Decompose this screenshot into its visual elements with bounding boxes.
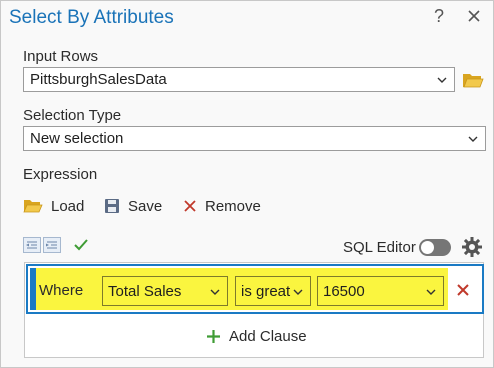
- save-disk-icon: [105, 199, 119, 213]
- clause-operator-dropdown[interactable]: is great: [235, 276, 311, 306]
- verify-checkmark-icon[interactable]: [74, 238, 88, 252]
- input-rows-value: PittsburghSalesData: [30, 71, 167, 88]
- gear-icon[interactable]: [461, 236, 483, 258]
- dialog-title: Select By Attributes: [9, 7, 174, 28]
- load-label: Load: [51, 197, 85, 215]
- selection-type-dropdown[interactable]: New selection: [23, 126, 486, 151]
- remove-label: Remove: [205, 197, 261, 215]
- input-rows-dropdown[interactable]: PittsburghSalesData: [23, 67, 455, 92]
- chevron-down-icon: [425, 286, 437, 298]
- select-by-attributes-dialog: Select By Attributes ? Input Rows Pittsb…: [0, 0, 494, 368]
- clause-value-dropdown[interactable]: 16500: [317, 276, 444, 306]
- chevron-down-icon: [292, 286, 304, 298]
- indent-increase-icon[interactable]: [43, 237, 61, 253]
- load-button[interactable]: Load: [23, 195, 84, 217]
- plus-icon: [207, 330, 220, 343]
- clause-operator-value: is great: [241, 283, 291, 300]
- save-button[interactable]: Save: [104, 195, 162, 217]
- add-clause-label: Add Clause: [229, 328, 307, 345]
- chevron-down-icon: [468, 136, 478, 142]
- add-clause-button[interactable]: Add Clause: [206, 328, 307, 345]
- remove-button[interactable]: Remove: [183, 195, 261, 217]
- help-button[interactable]: ?: [434, 6, 444, 27]
- where-label: Where: [39, 282, 84, 299]
- selection-type-value: New selection: [30, 130, 124, 147]
- selection-type-label: Selection Type: [23, 107, 122, 124]
- clause-field-value: Total Sales: [108, 283, 182, 300]
- sql-editor-label: SQL Editor: [343, 239, 416, 256]
- sql-editor-toggle[interactable]: [419, 239, 451, 256]
- indent-decrease-icon[interactable]: [23, 237, 41, 253]
- chevron-down-icon: [209, 286, 221, 298]
- folder-open-icon: [23, 200, 43, 213]
- title-bar: Select By Attributes ?: [1, 1, 493, 35]
- close-icon[interactable]: [466, 8, 482, 24]
- browse-folder-icon[interactable]: [462, 70, 484, 90]
- clause-value-text: 16500: [323, 283, 365, 300]
- remove-x-icon: [184, 200, 196, 212]
- remove-clause-icon[interactable]: [456, 283, 470, 297]
- clause-field-dropdown[interactable]: Total Sales: [102, 276, 228, 306]
- save-label: Save: [128, 197, 163, 215]
- input-rows-label: Input Rows: [23, 48, 99, 65]
- expression-label: Expression: [23, 166, 98, 183]
- chevron-down-icon: [437, 77, 447, 83]
